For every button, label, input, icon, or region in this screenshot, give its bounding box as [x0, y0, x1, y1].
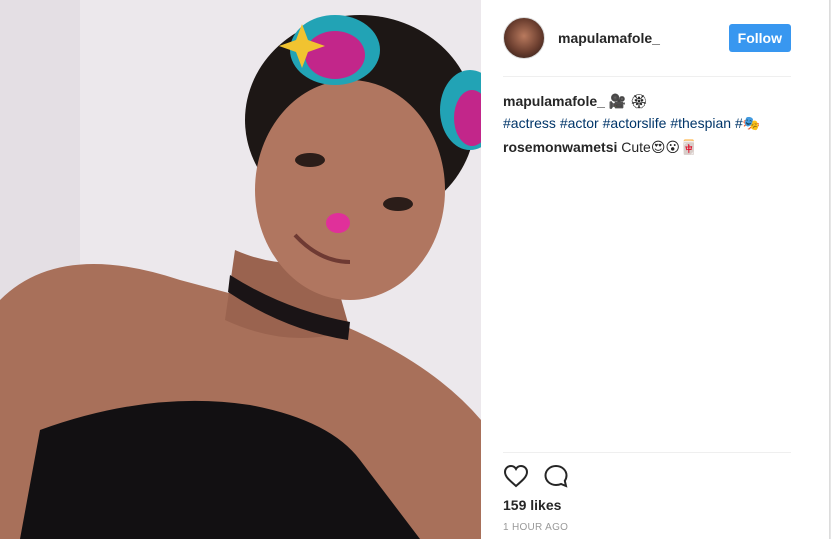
- comment-bubble-icon[interactable]: [543, 464, 569, 488]
- selfie-illustration: [0, 0, 481, 539]
- hashtag[interactable]: #thespian: [670, 115, 731, 131]
- post-username[interactable]: mapulamafole_: [558, 30, 660, 46]
- caption-username[interactable]: mapulamafole_: [503, 93, 605, 109]
- post-header: mapulamafole_ Follow: [503, 16, 791, 60]
- post-sidebar: mapulamafole_ Follow mapulamafole_ 🎥 🏵 #…: [481, 0, 830, 539]
- action-bar: [503, 461, 569, 491]
- comment: rosemonwametsi Cute😍😮🀄: [503, 136, 791, 158]
- comment-username[interactable]: rosemonwametsi: [503, 139, 617, 155]
- hashtag[interactable]: #actress: [503, 115, 556, 131]
- caption-text: 🎥 🏵: [604, 93, 648, 109]
- comments-section: mapulamafole_ 🎥 🏵 #actress #actor #actor…: [503, 90, 791, 158]
- instagram-post: mapulamafole_ Follow mapulamafole_ 🎥 🏵 #…: [0, 0, 831, 539]
- page-edge: [829, 0, 830, 539]
- hashtag[interactable]: #actorslife: [603, 115, 667, 131]
- actions-divider: [503, 452, 791, 453]
- caption-hashtags: #actress #actor #actorslife #thespian #🎭: [503, 112, 791, 134]
- post-photo[interactable]: [0, 0, 481, 539]
- hashtag[interactable]: #actor: [560, 115, 599, 131]
- follow-button[interactable]: Follow: [728, 24, 791, 52]
- post-timestamp[interactable]: 1 HOUR AGO: [503, 522, 568, 533]
- header-divider: [503, 76, 791, 77]
- user-avatar[interactable]: [503, 17, 545, 59]
- hashtag[interactable]: #🎭: [735, 115, 760, 131]
- comment-text: Cute😍😮🀄: [621, 139, 698, 155]
- heart-icon[interactable]: [503, 464, 529, 488]
- likes-count[interactable]: 159 likes: [503, 497, 561, 513]
- caption: mapulamafole_ 🎥 🏵: [503, 90, 791, 112]
